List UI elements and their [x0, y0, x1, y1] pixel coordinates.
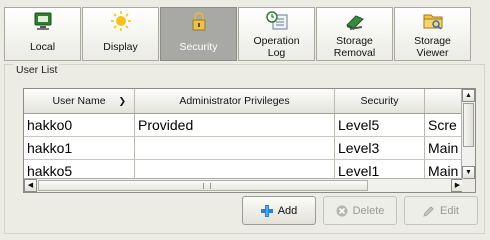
tab-storage-removal-line2: Removal — [333, 47, 376, 59]
column-header-extra[interactable] — [425, 89, 464, 113]
pencil-icon — [423, 205, 434, 217]
edit-button[interactable]: Edit — [404, 196, 478, 225]
plus-icon — [260, 204, 273, 217]
vertical-scrollbar[interactable]: ▲ ▼ — [461, 89, 475, 179]
horizontal-scroll-thumb[interactable] — [38, 180, 368, 191]
delete-button[interactable]: Delete — [323, 196, 397, 225]
cell-admin-privileges — [135, 137, 335, 159]
add-button[interactable]: Add — [242, 196, 316, 225]
tab-operation-log-line2: Log — [267, 47, 286, 59]
scroll-left-arrow-icon[interactable]: ◀ — [24, 179, 37, 192]
column-header-admin-privileges-label: Administrator Privileges — [179, 95, 290, 107]
cell-admin-privileges: Provided — [135, 114, 335, 136]
tab-storage-removal[interactable]: Storage Removal — [316, 7, 393, 61]
column-header-security[interactable]: Security — [335, 89, 425, 113]
tab-operation-log[interactable]: Operation Log — [238, 7, 315, 61]
vertical-scroll-thumb[interactable] — [463, 103, 474, 147]
cell-extra: Scre — [428, 117, 457, 133]
user-list-title: User List — [14, 64, 60, 76]
tab-display-label: Display — [103, 41, 138, 53]
horizontal-scrollbar[interactable]: ◀ ▶ — [24, 178, 464, 192]
column-header-user-name-label: User Name — [52, 95, 106, 107]
cell-security: Level5 — [335, 114, 425, 136]
sun-icon — [110, 11, 131, 31]
add-button-label: Add — [277, 204, 298, 217]
padlock-icon — [192, 12, 205, 31]
chevron-down-icon[interactable]: ❯ — [118, 96, 126, 106]
clock-log-icon — [265, 11, 287, 30]
tab-operation-log-label: Operation Log — [239, 35, 314, 59]
tab-display[interactable]: Display — [82, 7, 159, 61]
edit-button-label: Edit — [440, 204, 459, 217]
table-row[interactable]: hakko0 Provided Level5 Scre — [24, 114, 464, 137]
column-header-security-label: Security — [360, 95, 399, 107]
tab-local[interactable]: Local — [4, 7, 81, 61]
tab-strip: Local Display Security Operation Log Sto… — [4, 7, 473, 63]
cell-security: Level3 — [335, 137, 425, 159]
tab-security[interactable]: Security — [160, 7, 237, 61]
column-header-user-name[interactable]: User Name ❯ — [24, 89, 135, 113]
tab-storage-removal-label: Storage Removal — [317, 35, 392, 59]
tab-storage-viewer[interactable]: Storage Viewer — [394, 7, 471, 61]
scroll-up-arrow-icon[interactable]: ▲ — [462, 89, 475, 102]
table-header: User Name ❯ Administrator Privileges Sec… — [24, 89, 464, 114]
table-body: hakko0 Provided Level5 Scre hakko1 Level… — [24, 114, 464, 183]
folder-icon — [423, 14, 442, 30]
eject-icon — [345, 15, 364, 31]
delete-circle-icon — [336, 205, 348, 216]
tab-storage-viewer-line2: Viewer — [416, 47, 449, 59]
tab-security-label: Security — [179, 41, 218, 53]
cell-user-name: hakko1 — [24, 137, 135, 159]
tab-storage-removal-line1: Storage — [336, 35, 373, 47]
cell-extra: Main — [428, 140, 459, 156]
user-list-table[interactable]: User Name ❯ Administrator Privileges Sec… — [23, 88, 476, 193]
tab-storage-viewer-label: Storage Viewer — [395, 35, 470, 59]
tab-storage-viewer-line1: Storage — [414, 35, 451, 47]
cell-user-name: hakko0 — [24, 114, 135, 136]
scrollbar-corner — [462, 179, 475, 192]
monitor-icon — [34, 12, 51, 30]
tab-operation-log-line1: Operation — [253, 35, 300, 47]
column-header-admin-privileges[interactable]: Administrator Privileges — [135, 89, 335, 113]
tab-local-label: Local — [29, 41, 56, 53]
table-row[interactable]: hakko1 Level3 Main — [24, 137, 464, 160]
delete-button-label: Delete — [352, 204, 385, 217]
